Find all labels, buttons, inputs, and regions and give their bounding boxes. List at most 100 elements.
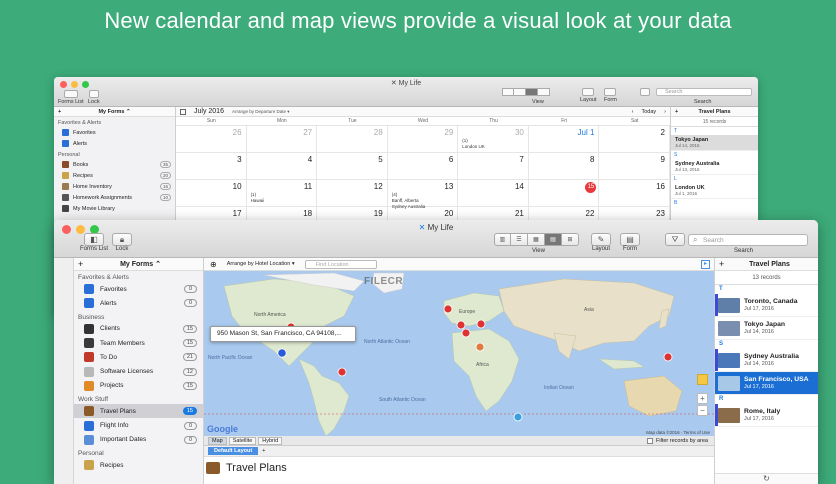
sidebar-item[interactable]: Recipes — [74, 458, 203, 472]
layout-button[interactable]: ✎ Layout — [591, 233, 611, 252]
view-map-icon[interactable]: ⊞ — [562, 233, 579, 246]
record-list-item[interactable]: Tokyo Japan Jul 14, 2016 — [671, 135, 758, 151]
today-button[interactable]: Today — [641, 109, 656, 115]
sidebar-item[interactable]: Clients 15 — [74, 322, 203, 336]
map-pin[interactable] — [337, 367, 347, 377]
form-button[interactable]: ▤ Form — [620, 233, 640, 252]
calendar-event[interactable]: (1) London UK — [462, 138, 485, 150]
expand-icon[interactable]: ▸ — [701, 259, 710, 269]
my-forms-title[interactable]: My Forms ⌃ — [92, 260, 203, 268]
forms-list-button[interactable]: ◧ Forms List — [80, 233, 108, 252]
sidebar-item[interactable]: Travel Plans 15 — [74, 404, 203, 419]
record-list-item[interactable]: London UK Jul 1, 2016 — [671, 183, 758, 199]
checkbox[interactable] — [647, 437, 654, 444]
map-pin[interactable] — [443, 304, 453, 314]
search-input[interactable]: Search — [688, 234, 808, 246]
tab-satellite[interactable]: Satellite — [228, 436, 257, 445]
sidebar-item[interactable]: Software Licenses 12 — [74, 364, 203, 378]
filter-records-checkbox[interactable]: Filter records by area — [647, 437, 708, 444]
sidebar-item[interactable]: Alerts — [54, 138, 175, 149]
world-map[interactable]: North Atlantic Ocean North Pacific Ocean… — [204, 271, 714, 436]
calendar-day-cell[interactable]: 15 — [528, 180, 600, 207]
arrange-dropdown[interactable]: Arrange by Departure Date ▾ — [232, 109, 290, 115]
calendar-day-cell[interactable]: 26 — [176, 126, 247, 153]
sidebar-item[interactable]: My Movie Library — [54, 203, 175, 214]
layout-button[interactable]: Layout — [580, 88, 597, 103]
find-location-input[interactable]: Find Location — [304, 259, 377, 269]
sidebar-item[interactable]: Home Inventory 16 — [54, 181, 175, 192]
view-list-icon[interactable]: ☰ — [511, 233, 528, 246]
arrange-dropdown[interactable]: Arrange by Hotel Location ▾ — [227, 261, 295, 267]
calendar-day-cell[interactable]: 11 (1) Hawaii — [246, 180, 318, 207]
default-layout-tab[interactable]: Default Layout — [208, 447, 259, 455]
map-pin[interactable] — [456, 320, 466, 330]
add-record-button[interactable]: + — [675, 109, 678, 115]
calendar-day-cell[interactable]: 8 — [528, 153, 600, 180]
calendar-day-cell[interactable]: 13 (4) Banff, Alberta Sydney Australia — [387, 180, 459, 209]
map-pin[interactable] — [461, 328, 471, 338]
sidebar-item[interactable]: Favorites 0 — [74, 282, 203, 296]
map-pin-selected[interactable] — [277, 348, 287, 358]
add-record-button[interactable]: + — [719, 259, 731, 269]
tab-hybrid[interactable]: Hybrid — [258, 436, 283, 445]
calendar-day-cell[interactable]: 7 — [458, 153, 529, 180]
my-forms-title[interactable]: My Forms ⌃ — [98, 109, 130, 115]
add-layout-button[interactable]: + — [262, 448, 265, 454]
record-list-item[interactable]: Sydney Australia Jul 14, 2016 — [715, 349, 818, 372]
record-list-item[interactable]: Toronto, Canada Jul 17, 2016 — [715, 294, 818, 317]
view-switcher[interactable]: ▥ ☰ ▦ ▤ ⊞ — [494, 233, 579, 246]
calendar-day-cell[interactable]: 27 — [246, 126, 318, 153]
calendar-day-cell[interactable]: 12 — [317, 180, 388, 207]
add-form-button[interactable]: + — [58, 109, 61, 115]
record-list-item[interactable]: Tokyo Japan Jul 14, 2016 — [715, 317, 818, 340]
form-button[interactable]: Form — [604, 88, 617, 103]
filter-icon[interactable] — [640, 88, 650, 96]
calendar-day-cell[interactable]: Jul 1 — [528, 126, 600, 153]
view-switcher[interactable] — [502, 88, 550, 96]
locate-icon[interactable]: ⊕ — [210, 260, 217, 269]
sidebar-item[interactable]: Flight Info 0 — [74, 418, 203, 432]
forms-list-button[interactable]: Forms List — [58, 90, 84, 105]
sidebar-item[interactable]: Important Dates 0 — [74, 433, 203, 447]
sidebar-item[interactable]: Alerts 0 — [74, 296, 203, 310]
calendar-event[interactable]: (1) Hawaii — [251, 192, 265, 204]
zoom-out-button[interactable]: − — [697, 405, 708, 416]
calendar-day-cell[interactable]: 6 — [387, 153, 459, 180]
tab-map[interactable]: Map — [208, 436, 227, 445]
calendar-day-cell[interactable]: 3 — [176, 153, 247, 180]
search-input[interactable]: Search — [656, 88, 752, 96]
prev-month-button[interactable]: ‹ — [632, 109, 634, 115]
view-calendar-icon[interactable]: ▤ — [545, 233, 562, 246]
view-form-icon[interactable]: ▥ — [494, 233, 511, 246]
map-pin[interactable] — [475, 342, 485, 352]
street-view-icon[interactable] — [697, 374, 708, 385]
lock-button[interactable]: 🔒︎ Lock — [112, 233, 132, 252]
calendar-day-cell[interactable]: 14 — [458, 180, 529, 207]
zoom-in-button[interactable]: + — [697, 393, 708, 404]
record-list-item[interactable]: Sydney Australia Jul 13, 2016 — [671, 159, 758, 175]
calendar-day-cell[interactable]: 10 — [176, 180, 247, 207]
calendar-day-cell[interactable]: 28 — [317, 126, 388, 153]
next-month-button[interactable]: › — [664, 109, 666, 115]
sidebar-item[interactable]: Favorites — [54, 127, 175, 138]
record-list-item[interactable]: Rome, Italy Jul 17, 2016 — [715, 404, 818, 427]
calendar-day-cell[interactable]: 4 — [246, 153, 318, 180]
calendar-day-cell[interactable]: 16 — [599, 180, 670, 207]
lock-button[interactable]: Lock — [88, 90, 100, 105]
calendar-day-cell[interactable]: 30 (1) London UK — [458, 126, 529, 153]
calendar-day-cell[interactable]: 9 — [599, 153, 670, 180]
view-table-icon[interactable]: ▦ — [528, 233, 545, 246]
record-list-item[interactable]: San Francisco, USA Jul 17, 2016 — [715, 372, 818, 395]
map-pin[interactable] — [513, 412, 523, 422]
calendar-day-cell[interactable]: 29 — [387, 126, 459, 153]
map-pin[interactable] — [663, 352, 673, 362]
calendar-day-cell[interactable]: 2 — [599, 126, 670, 153]
calendar-day-cell[interactable]: 5 — [317, 153, 388, 180]
map-pin[interactable] — [476, 319, 486, 329]
refresh-icon[interactable]: ↻ — [715, 473, 818, 484]
sidebar-item[interactable]: To Do 21 — [74, 350, 203, 364]
sidebar-item[interactable]: Books 35 — [54, 159, 175, 170]
sidebar-item[interactable]: Team Members 15 — [74, 336, 203, 350]
filter-button[interactable]: ⛛ — [665, 233, 685, 246]
sidebar-item[interactable]: Projects 15 — [74, 379, 203, 393]
